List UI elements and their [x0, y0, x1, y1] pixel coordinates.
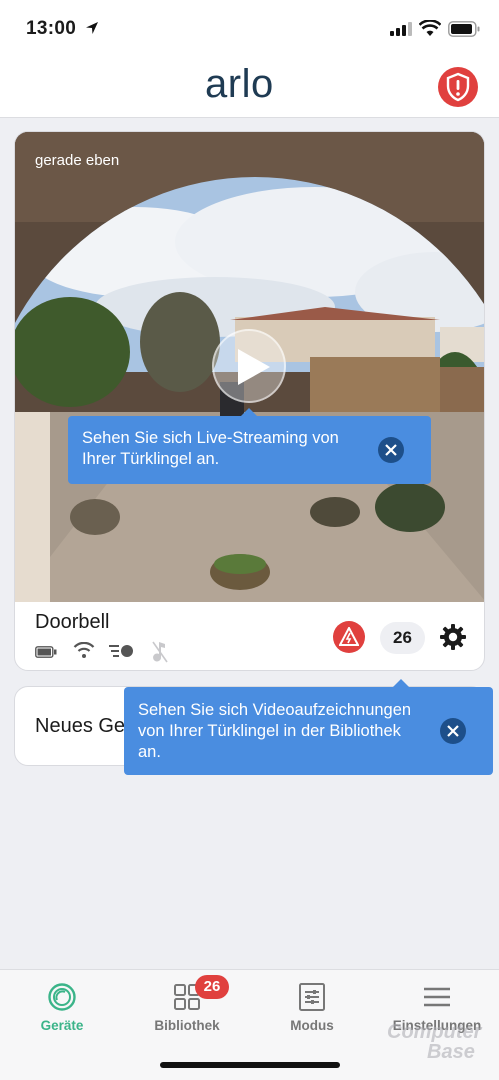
- device-name: Doorbell: [35, 611, 110, 633]
- tooltip-arrow: [241, 408, 257, 416]
- cellular-signal-icon: [390, 22, 412, 36]
- tab-devices[interactable]: Geräte: [0, 970, 124, 1040]
- mode-icon: [299, 983, 325, 1011]
- tooltip-arrow: [393, 679, 409, 687]
- library-tooltip: Sehen Sie sich Videoaufzeichnungen von I…: [124, 679, 493, 775]
- status-time: 13:00: [26, 18, 77, 39]
- motion-detection-icon: [109, 643, 135, 664]
- live-streaming-tooltip-text: Sehen Sie sich Live-Streaming von Ihrer …: [82, 429, 339, 468]
- camera-card[interactable]: gerade eben Doorbell 26: [14, 131, 485, 671]
- alert-warning-icon: [339, 627, 359, 646]
- tab-devices-label: Geräte: [40, 1018, 84, 1033]
- devices-icon: [48, 983, 76, 1011]
- feed-timestamp: gerade eben: [35, 152, 120, 169]
- location-arrow-icon: [86, 22, 98, 34]
- status-bar: 13:00: [0, 0, 499, 58]
- close-library-tooltip-button[interactable]: [440, 718, 466, 744]
- recordings-count-button[interactable]: 26: [380, 622, 425, 654]
- menu-icon: [424, 987, 450, 1007]
- settings-gear-icon[interactable]: [439, 623, 467, 651]
- library-count-badge: 26: [195, 975, 229, 999]
- watermark-line-1: Computer: [387, 1021, 482, 1043]
- chime-muted-icon: [151, 640, 169, 669]
- tab-mode[interactable]: Modus: [250, 970, 374, 1040]
- battery-status-icon: [35, 645, 57, 663]
- home-indicator[interactable]: [160, 1062, 340, 1068]
- battery-icon: [448, 21, 480, 37]
- play-button[interactable]: [212, 329, 286, 403]
- tab-mode-label: Modus: [290, 1018, 334, 1033]
- app-header: arlo: [0, 58, 499, 118]
- camera-feed[interactable]: gerade eben: [15, 132, 484, 602]
- alert-status-button[interactable]: [333, 621, 365, 653]
- close-icon: [447, 725, 459, 737]
- security-alert-shield-icon[interactable]: [437, 66, 479, 108]
- live-streaming-tooltip: Sehen Sie sich Live-Streaming von Ihrer …: [68, 408, 431, 484]
- watermark-line-2: Base: [427, 1041, 475, 1063]
- close-icon: [385, 444, 397, 456]
- library-tooltip-text: Sehen Sie sich Videoaufzeichnungen von I…: [138, 701, 412, 761]
- wifi-status-icon: [73, 641, 95, 663]
- wifi-icon: [419, 20, 441, 36]
- arlo-logo: arlo: [205, 62, 274, 106]
- tab-library[interactable]: Bibliothek: [125, 970, 249, 1040]
- add-device-label: Neues Ge: [35, 715, 126, 737]
- computerbase-watermark: Computer Base: [387, 1022, 481, 1062]
- tab-library-label: Bibliothek: [154, 1018, 220, 1033]
- close-live-tooltip-button[interactable]: [378, 437, 404, 463]
- play-icon: [238, 349, 270, 385]
